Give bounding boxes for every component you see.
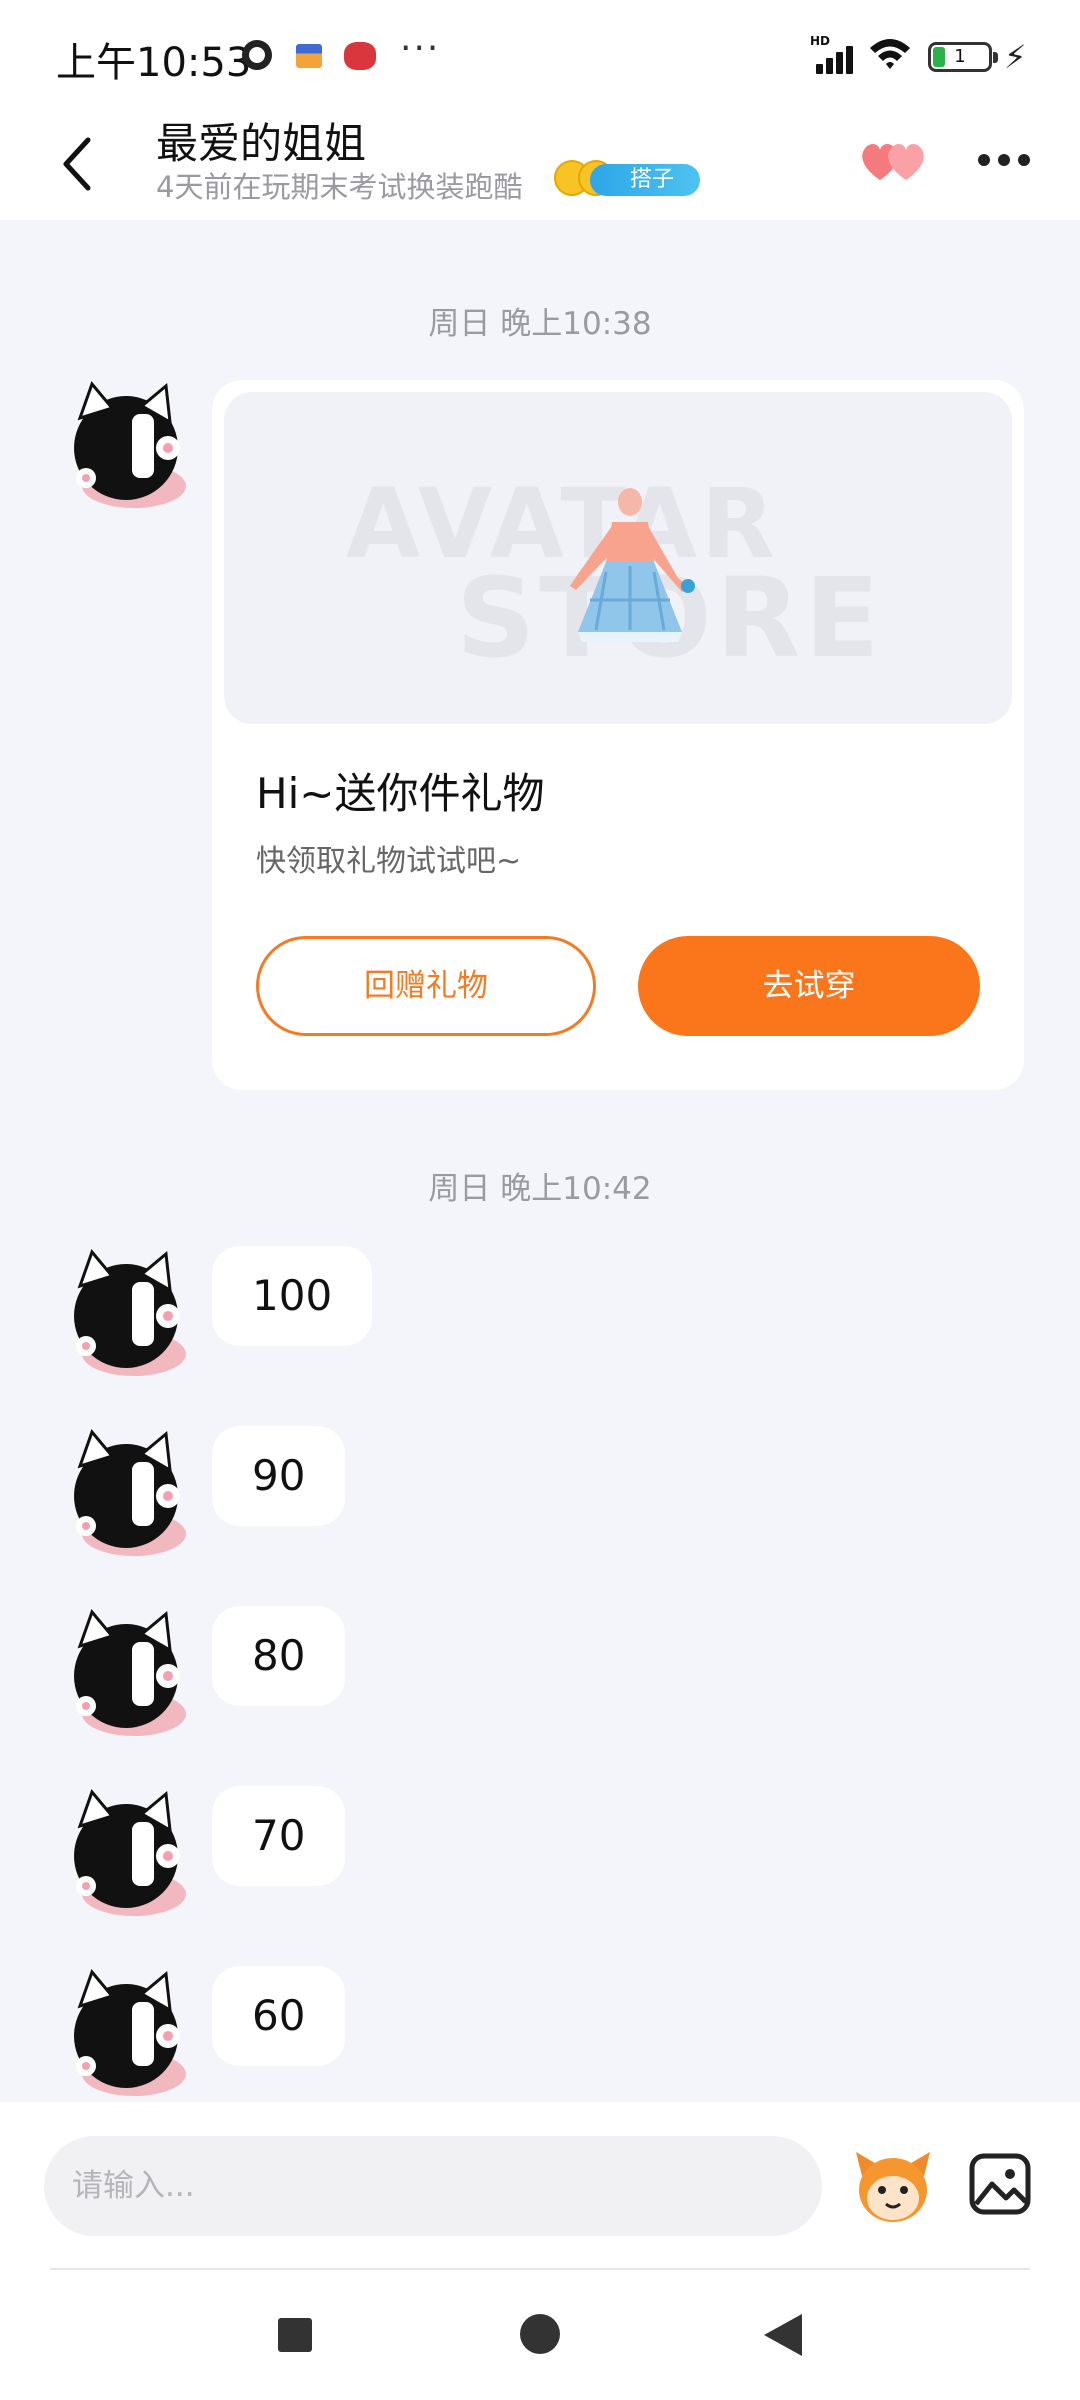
gift-description: 快领取礼物试试吧~ [256, 844, 522, 879]
system-back-button[interactable] [764, 2314, 802, 2356]
notification-icon-3 [344, 42, 376, 70]
message-timestamp: 周日 晚上10:42 [428, 1171, 652, 1207]
sender-avatar[interactable] [56, 1606, 192, 1742]
image-picker-button[interactable] [968, 2152, 1032, 2216]
divider [50, 2268, 1030, 2270]
status-time: 上午10:53 [56, 40, 252, 86]
emoji-badge-icon [554, 160, 614, 200]
message-bubble[interactable]: 70 [212, 1786, 346, 1886]
message-input-bar [0, 2102, 1080, 2272]
message-bubble[interactable]: 100 [212, 1246, 373, 1346]
message-bubble[interactable]: 80 [212, 1606, 346, 1706]
status-bar: 上午10:53 ··· HD 1 ⚡ [0, 0, 1080, 110]
sender-avatar[interactable] [56, 1246, 192, 1382]
intimacy-hearts-icon[interactable] [858, 130, 930, 190]
more-notifications-icon: ··· [400, 28, 441, 69]
recent-apps-button[interactable] [278, 2318, 312, 2352]
gift-title: Hi~送你件礼物 [256, 769, 545, 818]
wifi-icon [870, 39, 910, 69]
message-bubble[interactable]: 60 [212, 1966, 346, 2066]
home-button[interactable] [520, 2314, 560, 2354]
message-bubble[interactable]: 90 [212, 1426, 346, 1526]
signal-icon [812, 38, 860, 74]
sender-avatar[interactable] [56, 1426, 192, 1562]
message-input[interactable] [44, 2136, 822, 2236]
gift-preview-image[interactable]: AVATAR STORE [224, 392, 1012, 724]
back-button[interactable] [50, 126, 110, 196]
gift-message-card[interactable]: AVATAR STORE Hi~送你件礼物 快领取礼物试试吧~ 回赠礼物 去试穿 [212, 380, 1024, 1090]
dress-icon [570, 488, 695, 642]
sender-avatar[interactable] [56, 378, 192, 514]
return-gift-button[interactable]: 回赠礼物 [256, 936, 596, 1036]
system-nav-bar [0, 2272, 1080, 2400]
notification-icon-2 [296, 44, 322, 68]
notification-icon-1 [242, 40, 272, 70]
battery-icon: 1 [928, 42, 998, 72]
sender-avatar[interactable] [56, 1966, 192, 2102]
chat-header: 最爱的姐姐 4天前在玩期末考试换装跑酷 搭子 [0, 110, 1080, 220]
emoji-button[interactable] [850, 2146, 936, 2226]
message-timestamp: 周日 晚上10:38 [428, 306, 652, 342]
charging-icon: ⚡ [1004, 38, 1027, 76]
chat-title: 最爱的姐姐 [156, 119, 367, 168]
try-on-button[interactable]: 去试穿 [638, 936, 980, 1036]
relationship-tag[interactable]: 搭子 [590, 164, 701, 196]
more-options-button[interactable] [976, 140, 1032, 180]
sender-avatar[interactable] [56, 1786, 192, 1922]
battery-level: 1 [954, 46, 966, 67]
chat-subtitle: 4天前在玩期末考试换装跑酷 [156, 170, 523, 204]
